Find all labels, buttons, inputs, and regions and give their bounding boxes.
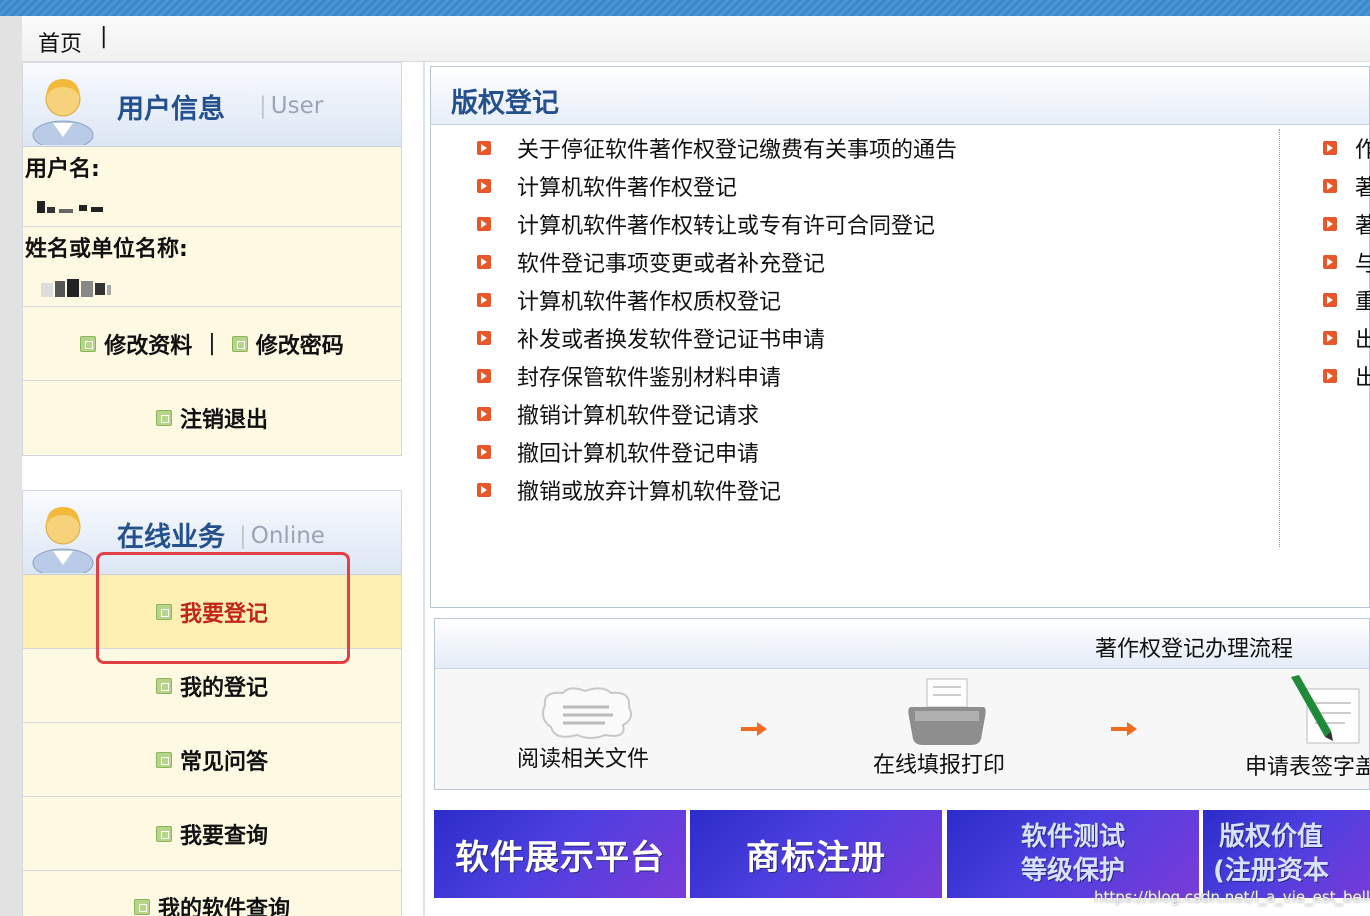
- list-item[interactable]: 关于停征软件著作权登记缴费有关事项的通告: [477, 129, 957, 167]
- flow-arrow-icon: [1111, 722, 1137, 736]
- arrow-bullet-icon: [477, 483, 491, 497]
- left-gutter: [0, 16, 22, 916]
- software-query-link[interactable]: 我的软件查询: [133, 891, 290, 916]
- list-item[interactable]: 补发或者换发软件登记证书申请: [477, 319, 957, 357]
- link-separator: |: [208, 331, 216, 356]
- bullet-icon: [231, 335, 248, 352]
- arrow-bullet-icon: [477, 217, 491, 231]
- list-item[interactable]: 出: [1323, 357, 1370, 395]
- menu-item-software-query[interactable]: 我的软件查询: [23, 871, 401, 916]
- name-label: 姓名或单位名称:: [25, 237, 188, 262]
- registration-process-flow: 著作权登记办理流程 阅读相关文件 在线填报打印 申请表签字盖: [434, 618, 1370, 790]
- list-item[interactable]: 软件登记事项变更或者补充登记: [477, 243, 957, 281]
- online-business-subtitle: | Online: [239, 523, 325, 549]
- banner-software-testing[interactable]: 软件测试 等级保护: [947, 810, 1199, 898]
- username-row: 用户名:: [23, 147, 401, 227]
- user-info-subtitle: | User: [259, 93, 324, 119]
- online-business-title: 在线业务: [117, 522, 225, 553]
- name-row: 姓名或单位名称:: [23, 227, 401, 307]
- banner-trademark-registration[interactable]: 商标注册: [690, 810, 942, 898]
- arrow-bullet-icon: [477, 445, 491, 459]
- arrow-bullet-icon: [477, 407, 491, 421]
- process-flow-title: 著作权登记办理流程: [1095, 637, 1294, 662]
- change-password-link[interactable]: 修改密码: [231, 328, 344, 360]
- step-read-documents: 阅读相关文件: [517, 747, 650, 772]
- annotation-highlight-box: [96, 552, 350, 664]
- process-flow-header: 著作权登记办理流程: [435, 619, 1369, 669]
- column-dotted-divider: [1279, 129, 1280, 547]
- process-flow-body: 阅读相关文件 在线填报打印 申请表签字盖: [435, 669, 1370, 789]
- list-item[interactable]: 与: [1323, 243, 1370, 281]
- step-fill-print-online: 在线填报打印: [873, 753, 1006, 778]
- list-item[interactable]: 出: [1323, 319, 1370, 357]
- arrow-bullet-icon: [477, 293, 491, 307]
- breadcrumb-bar: 首页 |: [22, 16, 1370, 62]
- bullet-icon: [155, 751, 172, 768]
- arrow-bullet-icon: [1323, 217, 1337, 231]
- arrow-bullet-icon: [477, 369, 491, 383]
- nav-separator: |: [100, 24, 108, 49]
- printer-icon: [908, 678, 986, 745]
- logout-row: 注销退出: [23, 381, 401, 455]
- arrow-bullet-icon: [477, 141, 491, 155]
- step-sign-application: 申请表签字盖: [1245, 755, 1370, 780]
- flow-arrow-icon: [741, 722, 767, 736]
- list-item[interactable]: 计算机软件著作权转让或专有许可合同登记: [477, 205, 957, 243]
- menu-item-query[interactable]: 我要查询: [23, 797, 401, 871]
- name-value-redacted: [41, 279, 111, 297]
- nav-home-link[interactable]: 首页: [38, 26, 82, 58]
- copyright-registration-header: 版权登记: [431, 67, 1369, 125]
- bullet-icon: [155, 677, 172, 694]
- list-item[interactable]: 封存保管软件鉴别材料申请: [477, 357, 957, 395]
- list-item[interactable]: 撤销或放弃计算机软件登记: [477, 471, 957, 509]
- user-avatar-icon: [32, 79, 94, 145]
- logout-link[interactable]: 注销退出: [155, 402, 268, 434]
- bullet-icon: [133, 899, 150, 915]
- bullet-icon: [80, 335, 97, 352]
- copyright-registration-list-right: 作 著 著 与 重 出 出: [1323, 129, 1370, 395]
- list-item[interactable]: 作: [1323, 129, 1370, 167]
- list-item[interactable]: 撤销计算机软件登记请求: [477, 395, 957, 433]
- documents-icon: [542, 687, 632, 739]
- copyright-registration-box: 版权登记 关于停征软件著作权登记缴费有关事项的通告 计算机软件著作权登记 计算机…: [430, 66, 1370, 608]
- query-link[interactable]: 我要查询: [155, 818, 268, 850]
- copyright-registration-list: 关于停征软件著作权登记缴费有关事项的通告 计算机软件著作权登记 计算机软件著作权…: [477, 129, 957, 509]
- user-info-panel: 用户信息 | User 用户名: 姓名或单位名称: 修改资料 | 修改密码 注销退…: [22, 62, 402, 456]
- banner-copyright-value[interactable]: 版权价值 (注册资本: [1203, 810, 1370, 898]
- arrow-bullet-icon: [477, 331, 491, 345]
- list-item[interactable]: 计算机软件著作权质权登记: [477, 281, 957, 319]
- window-top-stripe: [0, 0, 1370, 16]
- arrow-bullet-icon: [477, 179, 491, 193]
- my-registrations-link[interactable]: 我的登记: [155, 670, 268, 702]
- list-item[interactable]: 著: [1323, 205, 1370, 243]
- sign-document-icon: [1291, 675, 1360, 744]
- column-divider: [423, 62, 425, 916]
- blog-watermark: https://blog.csdn.net/l_a_vie_est_belle: [1094, 888, 1370, 906]
- user-avatar-icon: [32, 507, 94, 573]
- bullet-icon: [155, 410, 172, 426]
- arrow-bullet-icon: [1323, 255, 1337, 269]
- arrow-bullet-icon: [1323, 369, 1337, 383]
- user-info-header: 用户信息 | User: [23, 63, 401, 147]
- banner-software-showcase[interactable]: 软件展示平台: [434, 810, 686, 898]
- list-item[interactable]: 重: [1323, 281, 1370, 319]
- promo-banners: 软件展示平台 商标注册 软件测试 等级保护 版权价值 (注册资本 https://b…: [434, 810, 1370, 916]
- arrow-bullet-icon: [1323, 141, 1337, 155]
- arrow-bullet-icon: [1323, 331, 1337, 345]
- account-actions-row: 修改资料 | 修改密码: [23, 307, 401, 381]
- list-item[interactable]: 计算机软件著作权登记: [477, 167, 957, 205]
- arrow-bullet-icon: [477, 255, 491, 269]
- edit-profile-link[interactable]: 修改资料: [80, 328, 192, 360]
- menu-item-faq[interactable]: 常见问答: [23, 723, 401, 797]
- faq-link[interactable]: 常见问答: [155, 744, 268, 776]
- user-info-title: 用户信息: [117, 94, 225, 125]
- bullet-icon: [155, 825, 172, 842]
- list-item[interactable]: 撤回计算机软件登记申请: [477, 433, 957, 471]
- arrow-bullet-icon: [1323, 293, 1337, 307]
- username-value-redacted: [37, 201, 103, 213]
- arrow-bullet-icon: [1323, 179, 1337, 193]
- list-item[interactable]: 著: [1323, 167, 1370, 205]
- copyright-registration-title: 版权登记: [451, 88, 559, 119]
- username-label: 用户名:: [25, 157, 100, 182]
